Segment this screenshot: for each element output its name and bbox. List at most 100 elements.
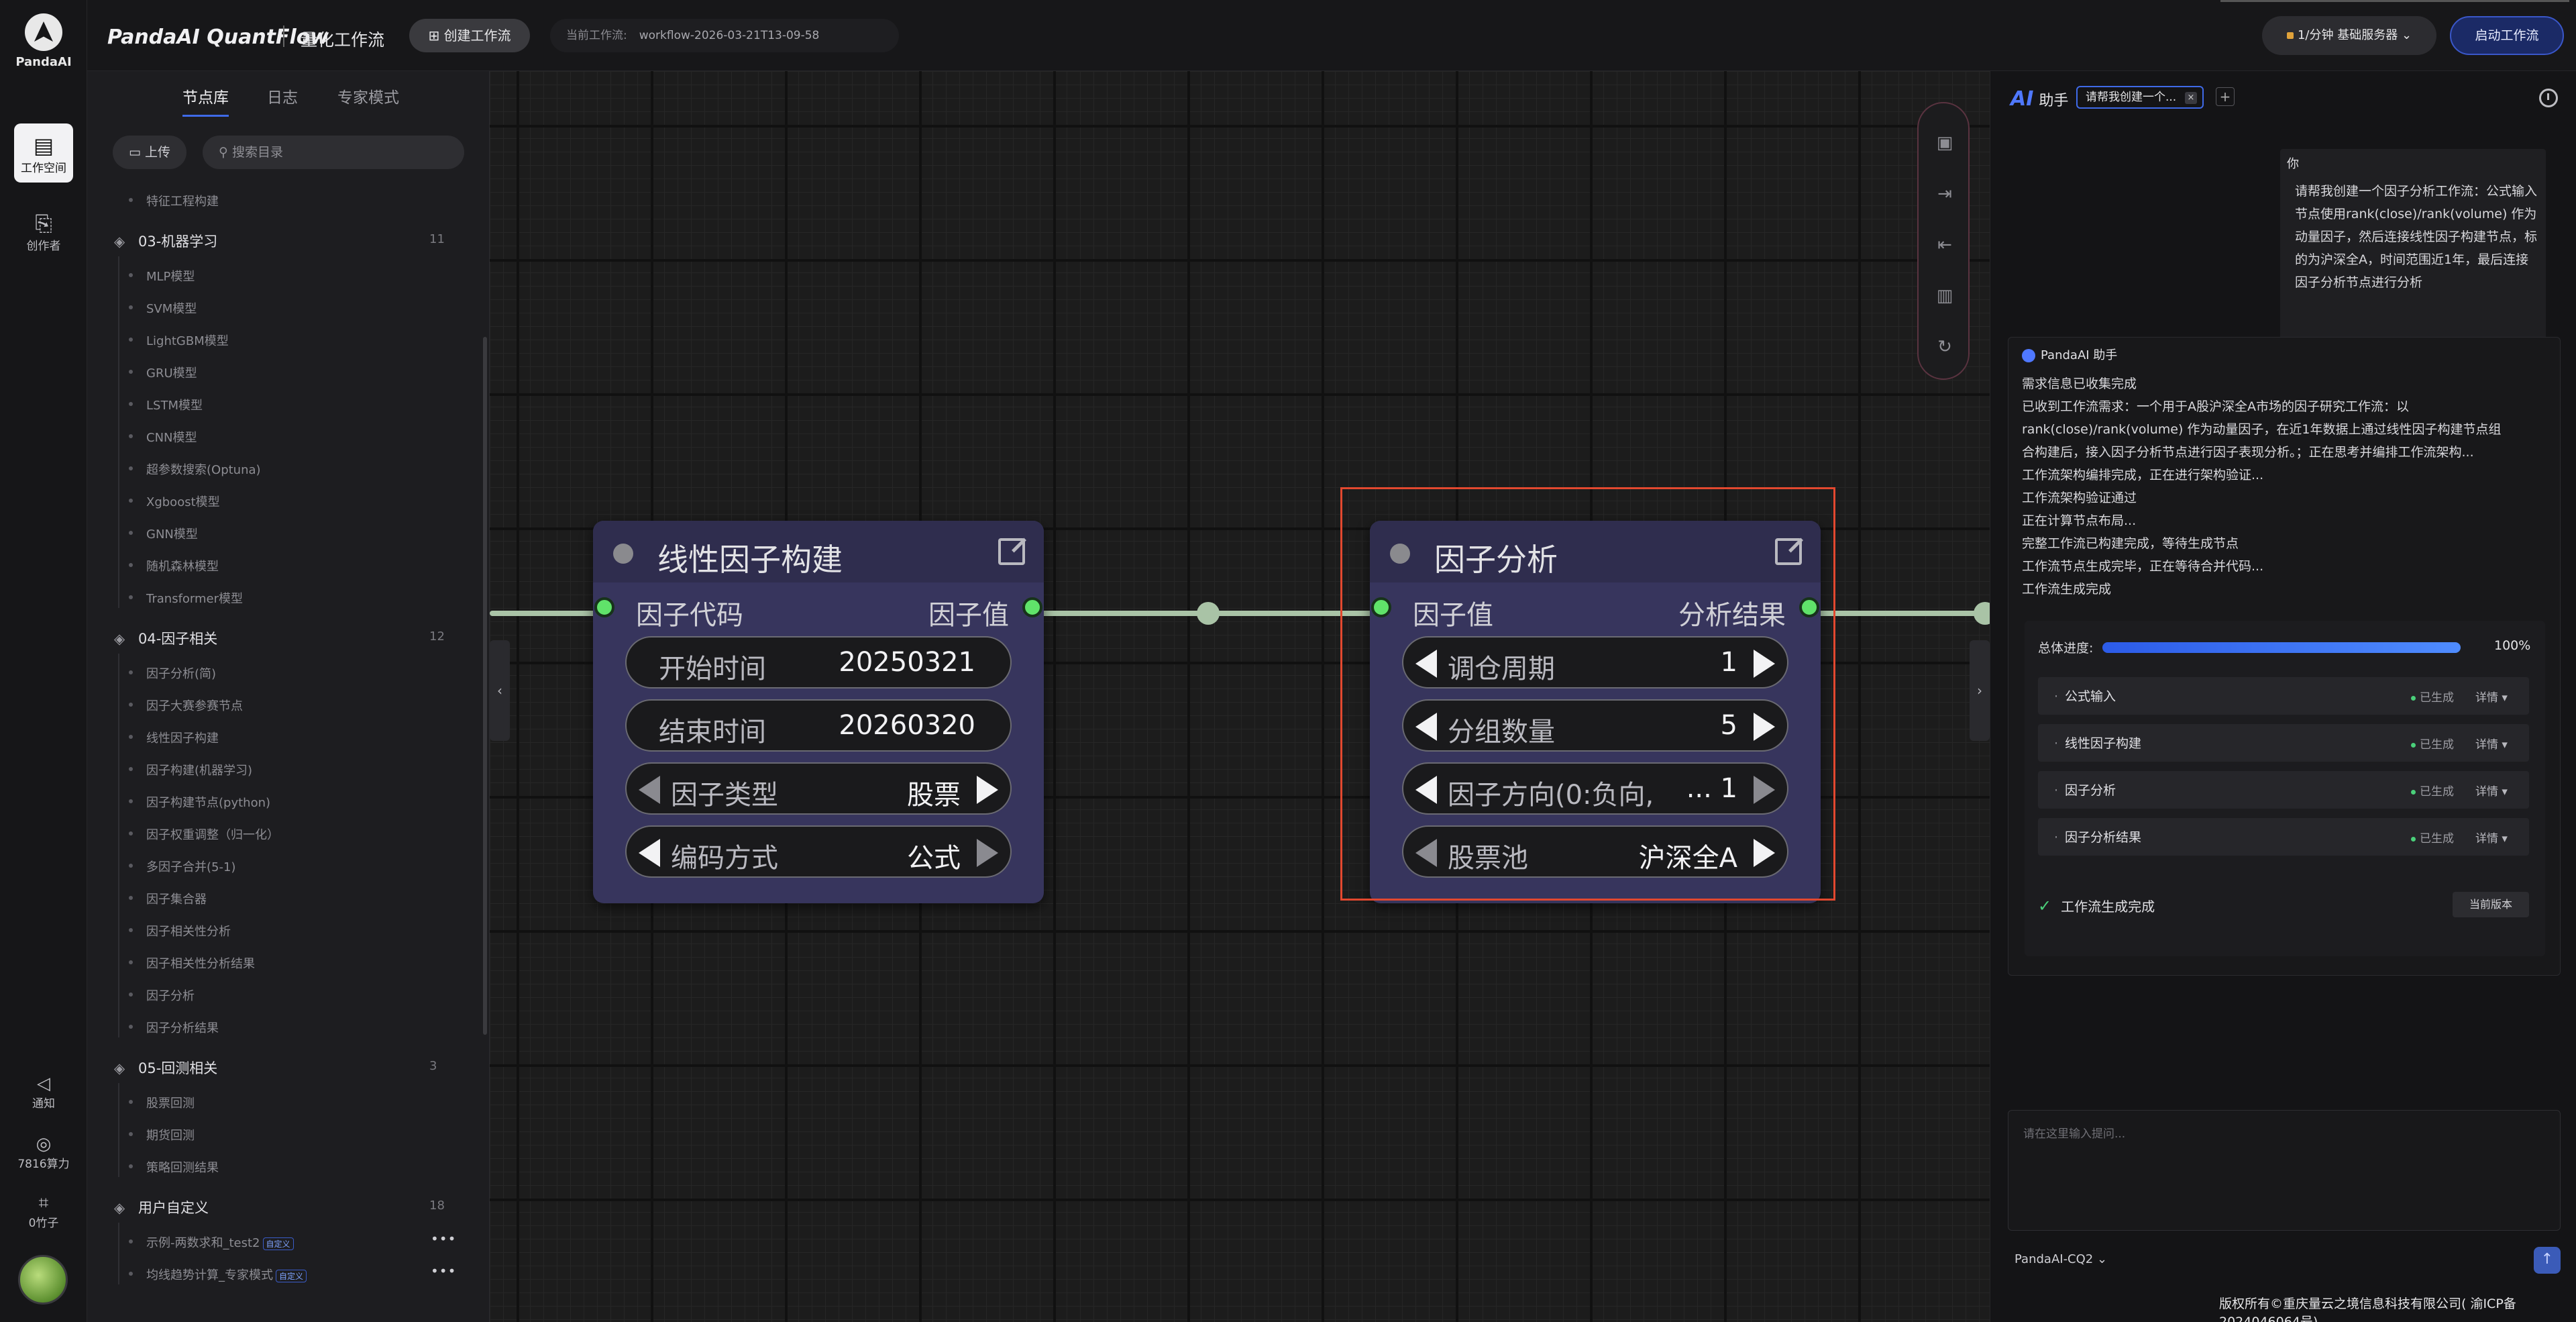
tree-item[interactable]: CNN模型 [129,428,197,446]
rail-bamboo[interactable]: ⌗ 0竹子 [0,1193,87,1230]
step-detail-button[interactable]: 详情 ▾ [2475,688,2508,705]
trash-icon[interactable]: ▥ [1935,286,1955,306]
rail-notify[interactable]: ◁ 通知 [0,1074,87,1111]
step-detail-button[interactable]: 详情 ▾ [2475,735,2508,752]
upload-button[interactable]: ▭ 上传 [113,136,186,169]
edit-icon[interactable] [998,538,1025,565]
tree-item[interactable]: 随机森林模型 [129,557,219,574]
tree-item[interactable]: 因子相关性分析 [129,922,231,939]
import-icon[interactable]: ⇤ [1935,235,1955,255]
workflow-step: 线性因子构建 已生成 详情 ▾ [2038,724,2529,762]
input-port[interactable] [594,597,614,617]
server-selector[interactable]: 1/分钟 基础服务器 ⌄ [2262,16,2436,55]
rail-item-workspace[interactable]: ▤ 工作空间 [14,123,73,183]
tree-group[interactable]: ◈ 04-因子相关 [114,628,217,648]
node-header[interactable]: 线性因子构建 [593,521,1044,582]
wire-joint[interactable] [1197,602,1220,625]
tree-item[interactable]: 因子构建节点(python) [128,793,270,811]
rail-compute[interactable]: ◎ 7816算力 [0,1134,87,1171]
tree-item[interactable]: GNN模型 [129,525,198,542]
library-scrollbar[interactable] [483,337,487,1035]
avatar[interactable] [18,1255,68,1305]
progress-percent: 100% [2494,638,2531,653]
tree-group[interactable]: ◈ 用户自定义 [114,1197,209,1217]
save-icon[interactable]: ▣ [1935,133,1955,153]
tree-item[interactable]: 线性因子构建 [129,729,219,746]
step-detail-button[interactable]: 详情 ▾ [2475,829,2508,846]
tree-item[interactable]: Xgboost模型 [129,493,220,510]
tab-logs[interactable]: 日志 [267,85,298,107]
wire-joint[interactable] [1974,602,1990,625]
ai-title: 助手 [2039,93,2069,109]
add-conversation-button[interactable]: + [2216,87,2235,106]
assistant-avatar-icon [2022,349,2035,362]
tree-item[interactable]: 策略回测结果 [129,1158,219,1176]
history-icon[interactable] [2539,89,2558,107]
tree-item[interactable]: SVM模型 [128,299,197,317]
assistant-log-line: 合构建后，接入因子分析节点进行因子表现分析。；正在思考并编排工作流架构... [2022,445,2474,460]
tab-node-library[interactable]: 节点库 [182,85,229,117]
model-selector[interactable]: PandaAI-CQ2 ⌄ [2015,1252,2107,1266]
tree-item[interactable]: 期货回测 [129,1126,195,1143]
progress-bar [2102,642,2461,653]
create-workflow-button[interactable]: ⊞ 创建工作流 [409,19,530,52]
assistant-log-line: 完整工作流已构建完成，等待生成节点 [2022,536,2239,551]
export-icon[interactable]: ⇥ [1935,184,1955,204]
search-input[interactable]: ⚲ 搜索目录 [203,136,464,169]
step-detail-button[interactable]: 详情 ▾ [2475,782,2508,799]
app-logo[interactable]: PandaAI [0,13,87,69]
more-icon[interactable]: ••• [431,1231,456,1247]
combo-field[interactable]: 因子类型 股票 [625,762,1012,815]
workflow-canvas[interactable]: ‹ › 线性因子构建 因子代码 因子值 开始时间 20250321 结束时间 2026… [490,71,1990,1322]
current-workflow-value: workflow-2026-03-21T13-09-58 [639,29,820,42]
tree-item[interactable]: 因子权重调整（归一化） [129,825,279,843]
brand-separator [283,26,284,47]
bamboo-icon: ⌗ [38,1193,49,1213]
tree-item[interactable]: 因子构建(机器学习) [128,761,252,778]
tree-item[interactable]: 因子相关性分析结果 [129,954,255,972]
tree-group[interactable]: ◈ 03-机器学习 [114,231,217,251]
chat-input[interactable]: 请在这里输入提问... [2008,1110,2561,1231]
close-icon[interactable]: × [2185,92,2197,104]
tab-expert-mode[interactable]: 专家模式 [337,85,399,107]
tree-item[interactable]: 因子分析(简) [128,664,216,682]
tree-item[interactable]: 因子集合器 [129,890,207,907]
text-field[interactable]: 开始时间 20250321 [625,636,1012,689]
arrow-left-icon[interactable] [639,776,660,804]
tree-item[interactable]: 因子分析结果 [129,1019,219,1036]
current-version-button[interactable]: 当前版本 [2453,892,2529,917]
collapse-right-panel-button[interactable]: › [1970,640,1990,741]
arrow-right-icon[interactable] [977,776,998,804]
step-name: 因子分析结果 [2054,827,2141,846]
node-linear-factor[interactable]: 线性因子构建 因子代码 因子值 开始时间 20250321 结束时间 20260320… [593,521,1044,903]
chevron-down-icon: ⌄ [2398,28,2412,42]
start-workflow-button[interactable]: 启动工作流 [2450,16,2564,55]
tree-group[interactable]: ◈ 05-回测相关 [114,1058,217,1078]
tree-item[interactable]: 多因子合并(5-1) [128,858,235,875]
conversation-tab[interactable]: 请帮我创建一个... × [2076,86,2204,109]
arrow-left-icon[interactable] [639,839,660,867]
tree-item[interactable]: LightGBM模型 [129,332,229,349]
tree-item[interactable]: 超参数搜索(Optuna) [129,460,261,478]
output-port[interactable] [1022,597,1042,617]
tree-item[interactable]: 特征工程构建 [129,192,219,209]
refresh-icon[interactable]: ↻ [1935,337,1955,357]
tree-item[interactable]: 均线趋势计算_专家模式 自定义 [128,1266,307,1283]
text-field[interactable]: 结束时间 20260320 [625,699,1012,752]
tree-item[interactable]: 因子大赛参赛节点 [129,697,243,714]
send-button[interactable]: ↑ [2534,1247,2561,1274]
tree-item[interactable]: Transformer模型 [128,589,243,607]
tree-item-label: 因子相关性分析 [146,925,231,939]
field-value: 公式 [907,843,961,874]
combo-field[interactable]: 编码方式 公式 [625,825,1012,878]
tree-item[interactable]: 股票回测 [129,1094,195,1111]
more-icon[interactable]: ••• [431,1263,456,1279]
tree-item[interactable]: GRU模型 [129,364,197,381]
arrow-right-icon[interactable] [977,839,998,867]
tree-item[interactable]: 因子分析 [129,986,195,1004]
tree-item[interactable]: LSTM模型 [129,396,203,413]
rail-item-creator[interactable]: ⎘ 创作者 [14,201,73,260]
tree-item[interactable]: MLP模型 [128,267,195,285]
collapse-left-panel-button[interactable]: ‹ [490,640,510,741]
tree-item[interactable]: 示例-两数求和_test2 自定义 [129,1233,294,1251]
